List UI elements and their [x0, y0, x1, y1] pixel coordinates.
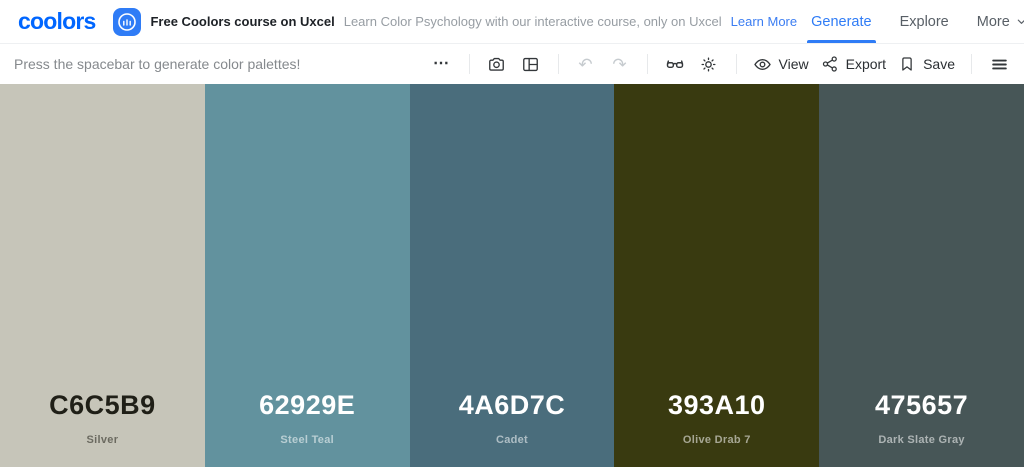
bookmark-icon [898, 55, 916, 73]
eye-icon [753, 55, 772, 74]
top-navbar: coolors Free Coolors course on Uxcel Lea… [0, 0, 1024, 44]
color-column-2[interactable]: 62929E Steel Teal [204, 84, 410, 467]
coolors-logo[interactable]: coolors [18, 0, 96, 43]
more-options-icon[interactable]: ⋯ [427, 49, 457, 79]
nav-generate[interactable]: Generate [797, 0, 885, 43]
color-hex[interactable]: C6C5B9 [49, 390, 156, 421]
color-column-1[interactable]: C6C5B9 Silver [0, 84, 205, 467]
color-hex[interactable]: 62929E [259, 390, 355, 421]
toolbar-divider [646, 54, 648, 74]
color-column-5[interactable]: 475657 Dark Slate Gray [819, 84, 1024, 467]
toolbar-divider [468, 54, 470, 74]
banner-subtext: Learn Color Psychology with our interact… [343, 14, 722, 29]
collage-icon[interactable] [516, 49, 546, 79]
menu-icon[interactable] [984, 49, 1014, 79]
toolbar-divider [735, 54, 737, 74]
toolbar-divider [971, 54, 972, 74]
toolbar-actions: ⋯ ↶ ↷ View Export Save [427, 49, 1014, 79]
color-hex[interactable]: 393A10 [668, 390, 766, 421]
color-name[interactable]: Silver [87, 434, 119, 446]
spacebar-hint: Press the spacebar to generate color pal… [14, 56, 301, 72]
banner-bold-text: Free Coolors course on Uxcel [150, 14, 335, 29]
chevron-down-icon [1016, 16, 1024, 27]
nav-more-label: More [976, 13, 1010, 30]
promo-banner: Free Coolors course on Uxcel Learn Color… [113, 0, 797, 43]
nav-explore[interactable]: Explore [886, 0, 963, 43]
undo-icon[interactable]: ↶ [571, 49, 601, 79]
color-name[interactable]: Olive Drab 7 [683, 434, 751, 446]
toolbar-divider [557, 54, 559, 74]
color-hex[interactable]: 4A6D7C [459, 390, 566, 421]
color-palette: C6C5B9 Silver 62929E Steel Teal 4A6D7C C… [0, 84, 1024, 467]
generator-toolbar: Press the spacebar to generate color pal… [0, 44, 1024, 84]
share-icon [821, 55, 839, 73]
save-button[interactable]: Save [894, 49, 959, 79]
camera-icon[interactable] [482, 49, 512, 79]
main-nav: Generate Explore More Sign in Sign up [797, 0, 1024, 43]
view-button[interactable]: View [749, 49, 813, 79]
redo-icon[interactable]: ↷ [605, 49, 635, 79]
learn-more-link[interactable]: Learn More [731, 14, 797, 29]
nav-more[interactable]: More [963, 0, 1024, 43]
color-name[interactable]: Cadet [496, 434, 528, 446]
color-column-3[interactable]: 4A6D7C Cadet [409, 84, 615, 467]
color-name[interactable]: Steel Teal [280, 434, 334, 446]
colorblind-glasses-icon[interactable] [660, 49, 690, 79]
color-name[interactable]: Dark Slate Gray [878, 434, 964, 446]
color-hex[interactable]: 475657 [875, 390, 968, 421]
export-button[interactable]: Export [817, 49, 890, 79]
color-column-4[interactable]: 393A10 Olive Drab 7 [614, 84, 820, 467]
brightness-icon[interactable] [694, 49, 724, 79]
uxcel-badge-icon[interactable] [113, 7, 142, 36]
